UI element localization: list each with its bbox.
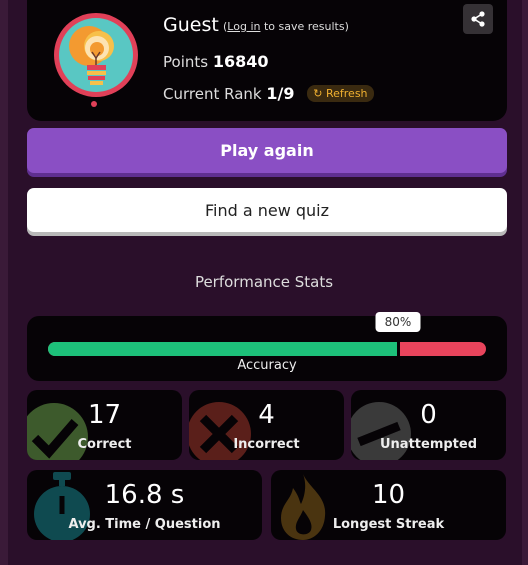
rank-value: 1/9 bbox=[266, 84, 295, 103]
stat-tile-correct: 17 Correct bbox=[27, 390, 182, 460]
longest-streak-value: 10 bbox=[371, 480, 406, 510]
refresh-label: Refresh bbox=[325, 87, 368, 100]
login-hint-suffix: to save results) bbox=[260, 20, 349, 33]
lightbulb-icon bbox=[59, 18, 133, 92]
profile-card: Guest (Log in to save results) Points 16… bbox=[27, 0, 507, 121]
points-row: Points 16840 bbox=[163, 52, 269, 71]
avatar bbox=[54, 13, 138, 97]
stat-tile-longest-streak: 10 Longest Streak bbox=[271, 470, 506, 540]
correct-count: 17 bbox=[87, 400, 122, 430]
stat-tile-avg-time: 16.8 s Avg. Time / Question bbox=[27, 470, 262, 540]
find-new-quiz-button[interactable]: Find a new quiz bbox=[27, 188, 507, 232]
avatar-status-dot bbox=[91, 101, 97, 107]
accuracy-label: Accuracy bbox=[237, 358, 297, 373]
login-link[interactable]: Log in bbox=[227, 20, 260, 33]
unattempted-count: 0 bbox=[420, 400, 437, 430]
points-value: 16840 bbox=[212, 52, 269, 71]
accuracy-bar-marker bbox=[397, 342, 400, 356]
play-again-button[interactable]: Play again bbox=[27, 128, 507, 173]
longest-streak-label: Longest Streak bbox=[332, 517, 445, 532]
accuracy-bar-correct-fill bbox=[48, 342, 398, 356]
refresh-icon: ↻ bbox=[313, 87, 323, 100]
accuracy-percent-tooltip: 80% bbox=[375, 312, 421, 332]
incorrect-label: Incorrect bbox=[233, 437, 300, 452]
accuracy-bar bbox=[48, 342, 486, 356]
avg-time-label: Avg. Time / Question bbox=[68, 517, 221, 532]
points-label: Points bbox=[163, 53, 209, 71]
refresh-button[interactable]: ↻ Refresh bbox=[307, 85, 374, 102]
stat-tile-unattempted: 0 Unattempted bbox=[351, 390, 506, 460]
share-icon bbox=[471, 11, 485, 27]
correct-label: Correct bbox=[77, 437, 132, 452]
rank-label: Current Rank bbox=[163, 85, 262, 103]
share-button[interactable] bbox=[463, 4, 493, 34]
avg-time-value: 16.8 s bbox=[104, 480, 185, 510]
incorrect-count: 4 bbox=[258, 400, 275, 430]
unattempted-label: Unattempted bbox=[379, 437, 478, 452]
accuracy-card: 80% Accuracy bbox=[27, 312, 507, 381]
user-name: Guest bbox=[163, 14, 219, 36]
rank-row: Current Rank 1/9 ↻ Refresh bbox=[163, 84, 374, 103]
login-hint: (Log in to save results) bbox=[223, 20, 349, 33]
performance-stats-heading: Performance Stats bbox=[194, 273, 334, 291]
stat-tile-incorrect: 4 Incorrect bbox=[189, 390, 344, 460]
